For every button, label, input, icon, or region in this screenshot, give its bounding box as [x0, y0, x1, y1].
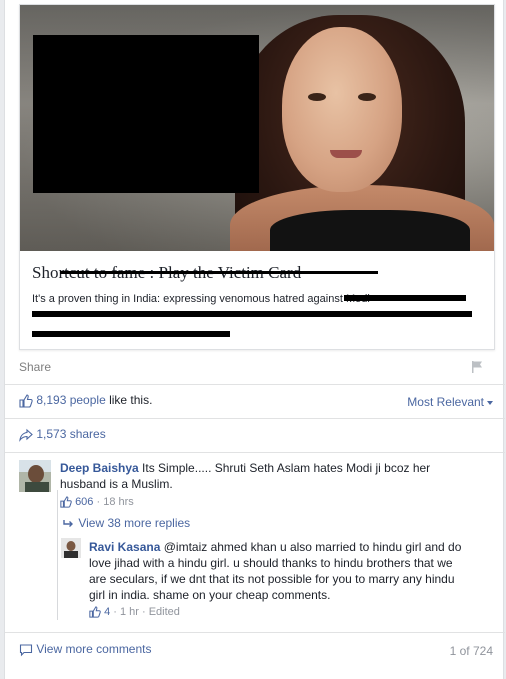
comment-author[interactable]: Deep Baishya: [60, 461, 139, 475]
view-more-comments-link[interactable]: View more comments: [36, 642, 151, 656]
redaction-strike: [32, 331, 230, 337]
divider: [5, 632, 505, 633]
view-replies-link[interactable]: View 38 more replies: [78, 516, 190, 530]
preview-image[interactable]: [20, 5, 494, 251]
sort-dropdown[interactable]: Most Relevant: [407, 395, 493, 409]
photo-eye: [308, 93, 326, 101]
thumbs-up-icon: [19, 394, 33, 408]
share-link[interactable]: Share: [19, 360, 51, 374]
comment-bubble-icon: [19, 644, 33, 657]
thumbs-up-icon: [60, 496, 72, 508]
photo-mouth: [330, 150, 362, 158]
photo-face: [282, 27, 402, 192]
divider: [5, 384, 505, 385]
divider: [5, 418, 505, 419]
caret-down-icon: [487, 400, 493, 405]
reply-like-count[interactable]: 4: [104, 606, 110, 618]
redaction-strike: [32, 311, 472, 317]
reply-thread-line: [57, 490, 58, 620]
reply-body: Ravi Kasana @imtaiz ahmed khan u also ma…: [89, 539, 469, 603]
photo-clothing: [270, 210, 470, 251]
likes-suffix: like this.: [105, 393, 153, 407]
flag-icon[interactable]: [471, 360, 485, 374]
comment-timestamp[interactable]: 18 hrs: [103, 496, 134, 508]
reply-arrow-icon: [63, 519, 73, 527]
reply-avatar[interactable]: [61, 538, 81, 558]
shares-row: 1,573 shares: [19, 427, 106, 445]
view-replies-row[interactable]: View 38 more replies: [63, 516, 190, 530]
redaction-strike: [60, 271, 378, 274]
sort-label: Most Relevant: [407, 395, 484, 409]
avatar[interactable]: [19, 460, 51, 492]
thumbs-up-icon: [89, 606, 101, 618]
share-row: Share: [19, 360, 495, 378]
reply-timestamp[interactable]: 1 hr: [120, 606, 139, 618]
redaction-box: [33, 35, 259, 193]
likes-count-link[interactable]: 8,193 people: [36, 393, 105, 407]
comment-meta: 606 · 18 hrs: [60, 496, 134, 508]
link-preview-card[interactable]: Shortcut to fame : Play the Victim Card …: [19, 4, 495, 350]
reply-edited-label[interactable]: Edited: [149, 606, 180, 618]
comment-like-count[interactable]: 606: [75, 496, 93, 508]
reply-author[interactable]: Ravi Kasana: [89, 540, 160, 554]
divider: [5, 452, 505, 453]
likes-row: 8,193 people like this. Most Relevant: [19, 393, 495, 411]
comment-page-count: 1 of 724: [449, 644, 493, 658]
redaction-strike: [344, 295, 466, 301]
share-arrow-icon: [19, 428, 33, 442]
view-more-row: View more comments 1 of 724: [19, 642, 495, 660]
post-card: Shortcut to fame : Play the Victim Card …: [4, 0, 505, 679]
shares-count-link[interactable]: 1,573 shares: [36, 427, 105, 441]
reply-meta: 4 · 1 hr · Edited: [89, 606, 180, 618]
photo-eye: [358, 93, 376, 101]
comment-body: Deep Baishya Its Simple..... Shruti Seth…: [60, 460, 440, 492]
